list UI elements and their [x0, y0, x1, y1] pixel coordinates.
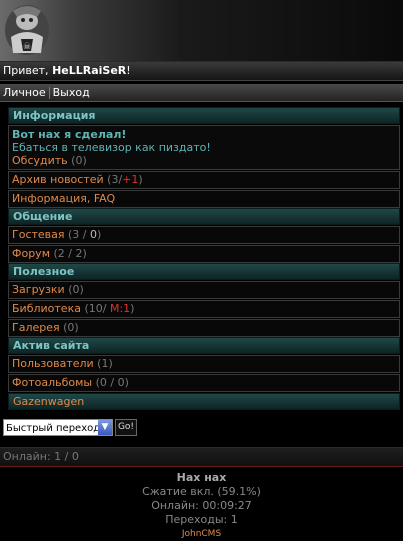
section-useful-header: Полезное	[8, 263, 400, 280]
library-moderation-count: М:1	[109, 302, 131, 315]
users-link[interactable]: Пользователи	[12, 357, 94, 370]
logout-link[interactable]: Выход	[53, 86, 90, 99]
quick-jump: Быстрый переход ▼ Go!	[3, 416, 403, 438]
menu-item-users[interactable]: Пользователи (1)	[8, 355, 400, 373]
news-archive-link[interactable]: Архив новостей	[12, 173, 104, 186]
gallery-count: (0)	[59, 321, 79, 334]
discuss-row: Обсудить (0)	[12, 154, 396, 167]
menu-item-downloads[interactable]: Загрузки (0)	[8, 281, 400, 299]
library-count: (10/	[80, 302, 110, 315]
menu-item-forum[interactable]: Форум (2 / 2)	[8, 245, 400, 263]
footer: Нах нах Сжатие вкл. (59.1%) Онлайн: 00:0…	[0, 469, 403, 541]
section-comm-header: Общение	[8, 208, 400, 225]
section-info-header: Информация	[8, 107, 400, 124]
username: HeLLRaiSeR	[52, 64, 127, 77]
personal-link[interactable]: Личное	[3, 86, 46, 99]
menu-item-gallery[interactable]: Галерея (0)	[8, 319, 400, 337]
cms-link[interactable]: JohnCMS	[0, 527, 403, 541]
menu-item-guestbook[interactable]: Гостевая (3 / 0)	[8, 226, 400, 244]
svg-text:☠: ☠	[23, 42, 31, 52]
news-block: Вот нах я сделал! Ебаться в телевизор ка…	[8, 125, 400, 170]
greeting-prefix: Привет,	[3, 64, 53, 77]
guestbook-link[interactable]: Гостевая	[12, 228, 65, 241]
forum-link[interactable]: Форум	[12, 247, 50, 260]
users-count: (1)	[93, 357, 113, 370]
guestbook-count: (3 /	[64, 228, 91, 241]
guestbook-count-end: )	[97, 228, 102, 241]
news-text: Ебаться в телевизор как пиздато!	[12, 141, 211, 154]
top-nav: Личное Выход	[0, 84, 403, 102]
news-archive-count: (3/	[103, 173, 123, 186]
menu-item-library[interactable]: Библиотека (10/ М:1)	[8, 300, 400, 318]
section-active-header: Актив сайта	[8, 337, 400, 354]
menu-item-albums[interactable]: Фотоальбомы (0 / 0)	[8, 374, 400, 392]
library-link[interactable]: Библиотека	[12, 302, 81, 315]
greeting-bar: Привет, HeLLRaiSeR!	[0, 62, 403, 81]
downloads-link[interactable]: Загрузки	[12, 283, 65, 296]
quick-jump-select[interactable]: Быстрый переход ▼	[3, 418, 113, 436]
library-count-end: )	[130, 302, 135, 315]
news-title: Вот нах я сделал!	[12, 128, 127, 141]
forum-count: (2 / 2)	[50, 247, 87, 260]
site-header: ☠	[0, 0, 403, 62]
online-counter[interactable]: Онлайн: 1 / 0	[0, 447, 403, 467]
go-button[interactable]: Go!	[115, 418, 137, 436]
chevron-down-icon[interactable]: ▼	[98, 419, 112, 435]
news-archive-count-end: )	[138, 173, 143, 186]
site-logo-icon[interactable]: ☠	[3, 3, 51, 57]
greeting-suffix: !	[126, 64, 131, 77]
downloads-count: (0)	[64, 283, 84, 296]
footer-title: Нах нах	[176, 471, 227, 484]
albums-link[interactable]: Фотоальбомы	[12, 376, 92, 389]
online-time: Онлайн: 00:09:27	[151, 499, 252, 512]
discuss-link[interactable]: Обсудить	[12, 154, 68, 167]
faq-link[interactable]: Информация, FAQ	[12, 192, 115, 205]
quick-jump-selected: Быстрый переход	[6, 422, 101, 434]
discuss-count: (0)	[71, 154, 87, 167]
menu-item-faq[interactable]: Информация, FAQ	[8, 190, 400, 208]
compression-info: Сжатие вкл. (59.1%)	[142, 485, 261, 498]
albums-count: (0 / 0)	[92, 376, 129, 389]
news-archive-new: +1	[122, 173, 139, 186]
menu-item-news-archive[interactable]: Архив новостей (3/+1)	[8, 171, 400, 189]
menu-item-gazenwagen[interactable]: Gazenwagen	[8, 393, 400, 410]
main-menu: Информация Вот нах я сделал! Ебаться в т…	[8, 107, 400, 410]
guestbook-count-new: 0	[90, 228, 98, 241]
gazenwagen-link[interactable]: Gazenwagen	[13, 395, 84, 408]
nav-separator	[48, 87, 50, 99]
transitions-count: Переходы: 1	[165, 513, 238, 526]
gallery-link[interactable]: Галерея	[12, 321, 60, 334]
